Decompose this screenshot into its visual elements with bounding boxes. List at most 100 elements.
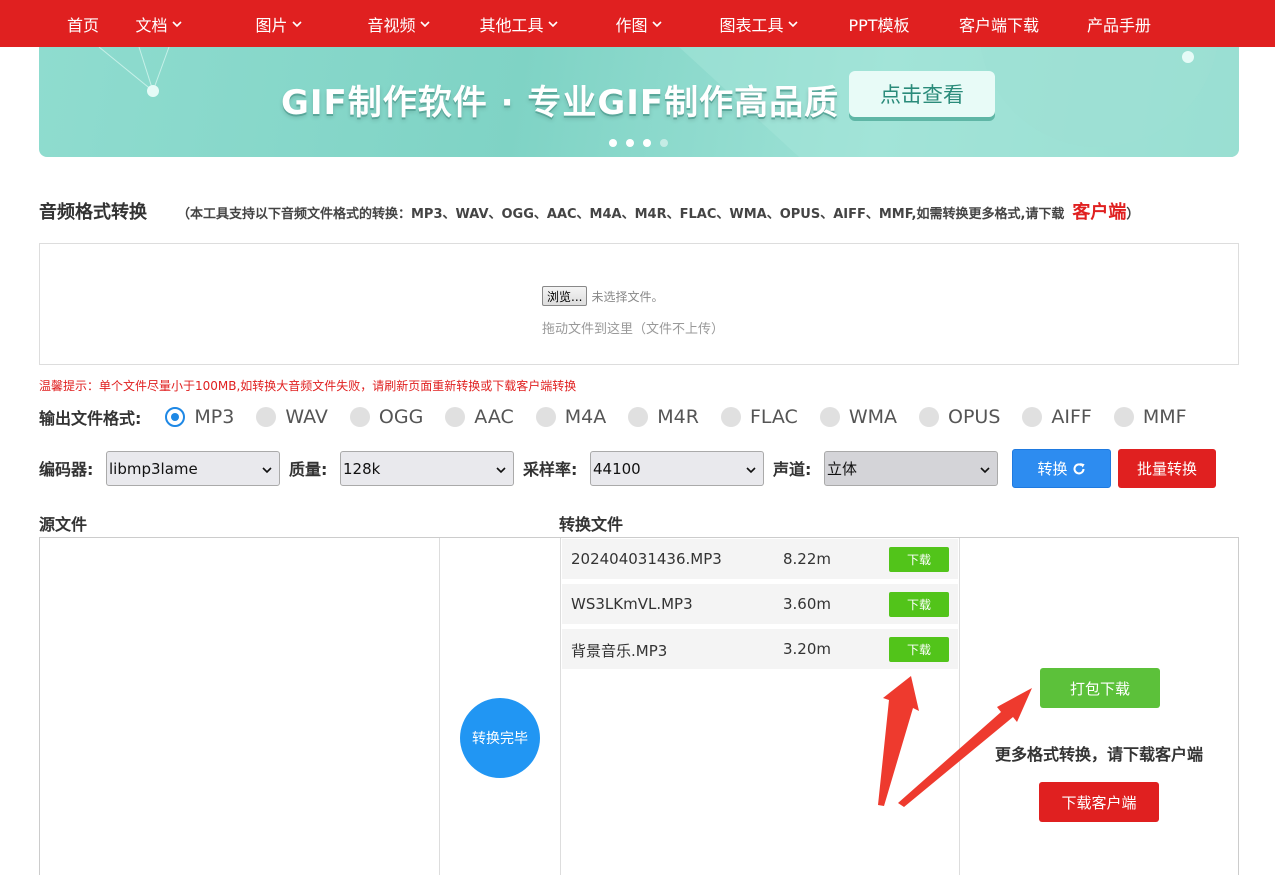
- quality-label: 质量:: [289, 460, 328, 479]
- quality-select[interactable]: 128k: [340, 451, 514, 486]
- file-dropzone[interactable]: 浏览... 未选择文件。 拖动文件到这里（文件不上传）: [39, 243, 1239, 365]
- chevron-down-icon: [787, 20, 798, 27]
- no-file-text: 未选择文件。: [591, 289, 664, 304]
- file-size: 3.20m: [783, 640, 832, 658]
- format-option-label: WMA: [848, 406, 898, 428]
- more-formats-text: 更多格式转换，请下载客户端: [995, 745, 1204, 764]
- file-download-button[interactable]: 下载: [889, 592, 949, 617]
- format-option-ogg[interactable]: OGG: [349, 406, 424, 428]
- nav-item-3[interactable]: 音视频: [339, 0, 459, 47]
- format-option-aac[interactable]: AAC: [445, 406, 514, 428]
- encoder-value: libmp3lame: [109, 459, 198, 478]
- chevron-down-icon: [291, 20, 302, 27]
- nav-item-8[interactable]: 客户端下载: [939, 0, 1059, 47]
- chevron-down-icon: [171, 20, 182, 27]
- browse-button[interactable]: 浏览...: [542, 286, 588, 306]
- format-option-label: AIFF: [1051, 406, 1092, 428]
- pack-download-button[interactable]: 打包下载: [1040, 668, 1160, 708]
- nav-item-7[interactable]: PPT模板: [819, 0, 939, 47]
- carousel-dot[interactable]: [660, 139, 668, 147]
- top-nav: 首页 文档 图片 音视频 其他工具 作图 图表工具 PPT模板 客户端下载 产品手册: [0, 0, 1275, 47]
- format-option-label: OGG: [378, 406, 424, 428]
- format-option-mmf[interactable]: MMF: [1113, 406, 1187, 428]
- banner-headline: GIF制作软件 · 专业GIF制作高品质: [281, 83, 840, 123]
- convert-button-label: 转换: [1037, 460, 1068, 478]
- quality-value: 128k: [343, 459, 381, 478]
- converted-files-label: 转换文件: [559, 515, 624, 534]
- format-option-mp3[interactable]: MP3: [165, 406, 234, 428]
- radio-icon[interactable]: [165, 407, 186, 427]
- format-option-aiff[interactable]: AIFF: [1022, 406, 1092, 428]
- radio-icon[interactable]: [535, 407, 556, 427]
- file-name: 背景音乐.MP3: [571, 642, 668, 660]
- nav-item-6[interactable]: 图表工具: [699, 0, 819, 47]
- nav-item-4[interactable]: 其他工具: [459, 0, 579, 47]
- chevron-down-icon: [419, 20, 430, 27]
- converted-file-row: 背景音乐.MP3 3.20m 下载: [562, 629, 958, 669]
- banner-view-button[interactable]: 点击查看: [849, 71, 995, 117]
- file-size: 3.60m: [783, 595, 832, 613]
- tool-header: 音频格式转换 （本工具支持以下音频文件格式的转换：MP3、WAV、OGG、AAC…: [39, 198, 1139, 224]
- samplerate-label: 采样率:: [523, 460, 578, 479]
- radio-icon[interactable]: [256, 407, 277, 427]
- encoder-label: 编码器:: [39, 460, 94, 479]
- format-option-wma[interactable]: WMA: [819, 406, 898, 428]
- encoder-select[interactable]: libmp3lame: [106, 451, 280, 486]
- radio-icon[interactable]: [1113, 407, 1134, 427]
- channel-label: 声道:: [773, 460, 812, 479]
- format-option-m4a[interactable]: M4A: [535, 406, 607, 428]
- output-format-group: 输出文件格式: MP3 WAV OGG AAC M4A M4R FLAC WMA OPUS AIF…: [39, 404, 1209, 430]
- format-option-flac[interactable]: FLAC: [720, 406, 798, 428]
- nav-item-label: 产品手册: [1086, 15, 1151, 35]
- chevron-down-icon: [547, 20, 558, 27]
- radio-icon[interactable]: [349, 407, 370, 427]
- file-download-button[interactable]: 下载: [889, 637, 949, 662]
- chevron-down-icon: [980, 467, 990, 474]
- format-option-label: WAV: [285, 406, 328, 428]
- carousel-dot[interactable]: [643, 139, 651, 147]
- batch-convert-button[interactable]: 批量转换: [1118, 449, 1216, 488]
- radio-icon[interactable]: [628, 407, 649, 427]
- nav-item-1[interactable]: 文档: [99, 0, 219, 47]
- client-link[interactable]: 客户端: [1072, 198, 1126, 224]
- format-option-opus[interactable]: OPUS: [919, 406, 1000, 428]
- nav-item-2[interactable]: 图片: [219, 0, 339, 47]
- file-size: 8.22m: [783, 550, 832, 568]
- file-input[interactable]: 浏览... 未选择文件。: [542, 286, 663, 306]
- format-option-m4r[interactable]: M4R: [628, 406, 699, 428]
- download-client-button[interactable]: 下载客户端: [1039, 782, 1159, 822]
- channel-select[interactable]: 立体: [824, 451, 998, 486]
- format-option-wav[interactable]: WAV: [256, 406, 328, 428]
- nav-item-9[interactable]: 产品手册: [1059, 0, 1179, 47]
- convert-button[interactable]: 转换: [1012, 449, 1111, 488]
- nav-item-label: 首页: [66, 15, 99, 35]
- radio-icon[interactable]: [445, 407, 466, 427]
- chevron-down-icon: [262, 467, 272, 474]
- nav-item-label: PPT模板: [848, 15, 910, 35]
- conversion-done-badge: 转换完毕: [460, 698, 540, 778]
- nav-item-label: 图表工具: [719, 15, 784, 35]
- carousel-dot[interactable]: [609, 139, 617, 147]
- radio-icon[interactable]: [919, 407, 940, 427]
- source-files-label: 源文件: [39, 515, 88, 534]
- chevron-down-icon: [651, 20, 662, 27]
- nav-item-0[interactable]: 首页: [0, 0, 99, 47]
- note-close-paren: ）: [1126, 207, 1140, 222]
- carousel-dot[interactable]: [626, 139, 634, 147]
- samplerate-select[interactable]: 44100: [590, 451, 764, 486]
- radio-icon[interactable]: [819, 407, 840, 427]
- chevron-down-icon: [746, 467, 756, 474]
- nav-item-label: 作图: [615, 15, 648, 35]
- source-file-list[interactable]: [40, 538, 440, 875]
- promo-banner[interactable]: GIF制作软件 · 专业GIF制作高品质 点击查看: [39, 47, 1239, 157]
- radio-icon[interactable]: [1022, 407, 1043, 427]
- converted-file-row: 202404031436.MP3 8.22m 下载: [562, 539, 958, 579]
- nav-item-label: 客户端下载: [958, 15, 1039, 35]
- format-option-label: M4A: [564, 406, 607, 428]
- radio-icon[interactable]: [720, 407, 741, 427]
- nav-item-5[interactable]: 作图: [579, 0, 699, 47]
- file-download-button[interactable]: 下载: [889, 547, 949, 572]
- output-format-label: 输出文件格式:: [39, 409, 142, 428]
- supported-formats-note: （本工具支持以下音频文件格式的转换：MP3、WAV、OGG、AAC、M4A、M4…: [177, 207, 1065, 222]
- format-option-label: OPUS: [948, 406, 1001, 428]
